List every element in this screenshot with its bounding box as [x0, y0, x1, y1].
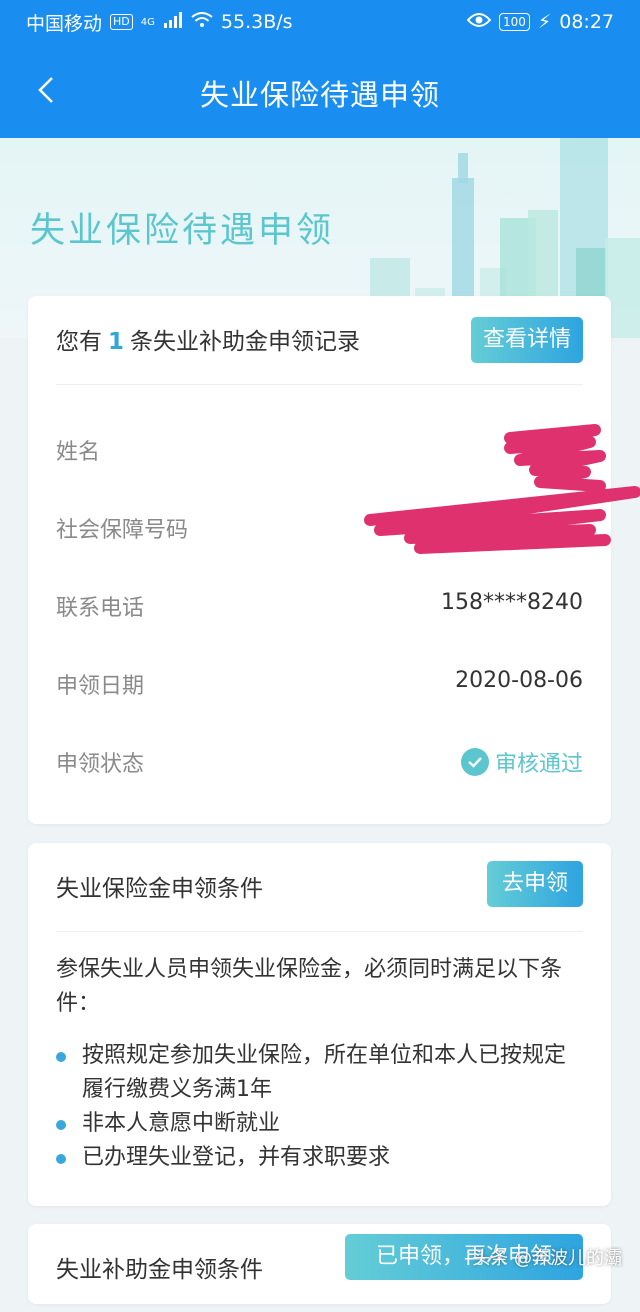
conditions-title: 失业保险金申领条件 — [56, 876, 263, 902]
status-value: 审核通过 — [460, 746, 583, 778]
apply-button[interactable]: 去申领 — [487, 861, 583, 907]
row-status: 申领状态 审核通过 — [56, 742, 583, 782]
network-type: 4G — [140, 16, 155, 28]
record-count: 1 — [108, 329, 125, 355]
record-card: 您有 1 条失业补助金申领记录 查看详情 姓名 社会保障号码 联系电话 158***… — [28, 296, 611, 824]
list-item: 按照规定参加失业保险，所在单位和本人已按规定履行缴费义务满1年 — [56, 1039, 583, 1107]
status-bar: 中国移动 HD 4G 55.3B/s 100 ⚡ 08:27 — [0, 0, 640, 44]
battery-icon: 100 — [498, 13, 530, 31]
hero-title: 失业保险待遇申领 — [30, 211, 335, 251]
list-item: 已办理失业登记，并有求职要求 — [56, 1141, 583, 1175]
view-details-button[interactable]: 查看详情 — [470, 317, 583, 363]
carrier-name: 中国移动 — [26, 12, 103, 35]
check-circle-icon — [460, 748, 489, 776]
conditions-description: 参保失业人员申领失业保险金，必须同时满足以下条件： — [56, 957, 563, 1016]
signal-icon — [163, 11, 183, 33]
subsidy-title: 失业补助金申领条件 — [56, 1257, 263, 1283]
page-title: 失业保险待遇申领 — [199, 78, 440, 112]
row-label: 社会保障号码 — [56, 518, 189, 543]
status-text: 审核通过 — [494, 752, 583, 777]
record-summary: 您有 1 条失业补助金申领记录 — [56, 322, 360, 356]
wifi-icon — [191, 11, 213, 33]
record-suffix: 条失业补助金申领记录 — [130, 329, 361, 355]
row-value: 2020-08-06 — [455, 668, 583, 693]
charging-icon: ⚡ — [537, 11, 552, 33]
eye-comfort-icon — [466, 11, 492, 33]
conditions-list: 按照规定参加失业保险，所在单位和本人已按规定履行缴费义务满1年 非本人意愿中断就… — [56, 1039, 583, 1175]
row-label: 申领状态 — [56, 752, 145, 777]
row-label: 申领日期 — [56, 674, 145, 699]
row-date: 申领日期 2020-08-06 — [56, 664, 583, 704]
nav-bar: 失业保险待遇申领 — [0, 44, 640, 138]
row-value: 158****8240 — [441, 590, 583, 615]
network-speed: 55.3B/s — [220, 11, 293, 33]
record-prefix: 您有 — [56, 329, 102, 355]
list-item: 非本人意愿中断就业 — [56, 1107, 583, 1141]
hd-badge: HD — [110, 14, 133, 30]
row-phone: 联系电话 158****8240 — [56, 586, 583, 626]
watermark: 头条 @奔波儿的灞 — [472, 1248, 622, 1269]
row-label: 联系电话 — [56, 596, 145, 621]
row-name: 姓名 — [56, 430, 583, 470]
row-label: 姓名 — [56, 440, 101, 465]
record-card-header: 您有 1 条失业补助金申领记录 查看详情 — [56, 296, 583, 385]
conditions-card: 失业保险金申领条件 去申领 参保失业人员申领失业保险金，必须同时满足以下条件： … — [28, 843, 611, 1206]
conditions-card-header: 失业保险金申领条件 去申领 — [56, 843, 583, 932]
row-ssn: 社会保障号码 — [56, 508, 583, 548]
clock: 08:27 — [559, 11, 614, 33]
